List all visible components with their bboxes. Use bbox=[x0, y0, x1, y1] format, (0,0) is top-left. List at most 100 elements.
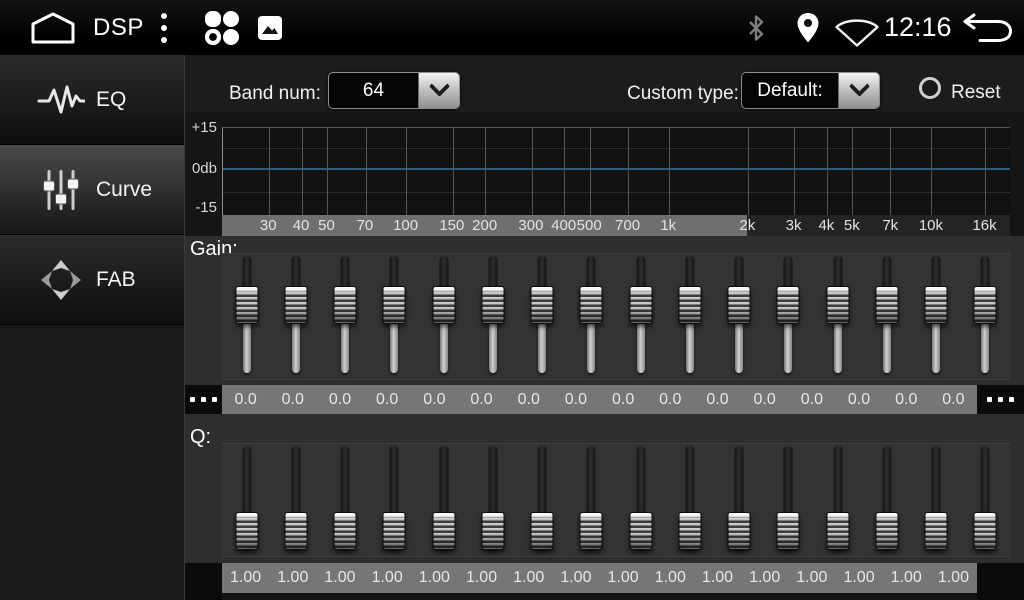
slider-thumb[interactable] bbox=[284, 286, 307, 324]
gain-slider[interactable] bbox=[518, 254, 567, 379]
freq-gridline bbox=[327, 128, 328, 215]
gain-slider[interactable] bbox=[419, 254, 468, 379]
q-value: 1.00 bbox=[364, 569, 411, 587]
apps-clover-icon[interactable] bbox=[203, 9, 241, 47]
slider-thumb[interactable] bbox=[925, 512, 948, 550]
q-slider[interactable] bbox=[271, 444, 320, 556]
gain-slider[interactable] bbox=[370, 254, 419, 379]
q-slider[interactable] bbox=[961, 444, 1010, 556]
back-arrow-icon[interactable] bbox=[962, 13, 1014, 43]
gain-more-right-button[interactable] bbox=[977, 385, 1024, 414]
q-slider[interactable] bbox=[567, 444, 616, 556]
q-slider[interactable] bbox=[370, 444, 419, 556]
sidebar-item-eq[interactable]: EQ bbox=[0, 55, 184, 145]
q-slider[interactable] bbox=[468, 444, 517, 556]
slider-thumb[interactable] bbox=[777, 286, 800, 324]
slider-thumb[interactable] bbox=[728, 286, 751, 324]
gain-slider[interactable] bbox=[813, 254, 862, 379]
slider-thumb[interactable] bbox=[875, 286, 898, 324]
q-slider[interactable] bbox=[419, 444, 468, 556]
q-slider[interactable] bbox=[616, 444, 665, 556]
slider-thumb[interactable] bbox=[334, 512, 357, 550]
gallery-icon[interactable] bbox=[257, 15, 283, 41]
chevron-down-icon[interactable] bbox=[838, 73, 879, 108]
gain-slider[interactable] bbox=[271, 254, 320, 379]
gain-more-left-button[interactable] bbox=[185, 385, 222, 414]
gain-slider[interactable] bbox=[862, 254, 911, 379]
slider-thumb[interactable] bbox=[925, 286, 948, 324]
q-slider[interactable] bbox=[518, 444, 567, 556]
slider-thumb[interactable] bbox=[678, 286, 701, 324]
slider-thumb[interactable] bbox=[580, 512, 603, 550]
kebab-menu-icon[interactable] bbox=[160, 13, 168, 43]
custom-type-select[interactable]: Default: bbox=[741, 72, 880, 109]
slider-thumb[interactable] bbox=[383, 286, 406, 324]
gain-values: 0.00.00.00.00.00.00.00.00.00.00.00.00.00… bbox=[222, 385, 977, 414]
slider-thumb[interactable] bbox=[531, 512, 554, 550]
slider-thumb[interactable] bbox=[481, 512, 504, 550]
gain-slider[interactable] bbox=[912, 254, 961, 379]
q-slider[interactable] bbox=[222, 444, 271, 556]
slider-thumb[interactable] bbox=[826, 286, 849, 324]
slider-thumb[interactable] bbox=[432, 512, 455, 550]
q-more-right-button[interactable] bbox=[977, 563, 1024, 600]
sidebar-item-fab[interactable]: FAB bbox=[0, 235, 184, 325]
slider-thumb[interactable] bbox=[629, 512, 652, 550]
freq-tick-label: 1k bbox=[660, 215, 676, 236]
q-more-left-button[interactable] bbox=[185, 563, 222, 600]
slider-thumb[interactable] bbox=[974, 512, 997, 550]
slider-thumb[interactable] bbox=[678, 512, 701, 550]
freq-tick-label: 30 bbox=[260, 215, 277, 236]
gain-slider[interactable] bbox=[616, 254, 665, 379]
slider-thumb[interactable] bbox=[580, 286, 603, 324]
q-slider[interactable] bbox=[321, 444, 370, 556]
freq-gridline bbox=[852, 128, 853, 215]
reset-label: Reset bbox=[951, 81, 1001, 105]
y-axis-label-max: +15 bbox=[185, 120, 217, 136]
gain-slider[interactable] bbox=[468, 254, 517, 379]
q-slider[interactable] bbox=[715, 444, 764, 556]
home-icon[interactable] bbox=[28, 11, 78, 45]
slider-thumb[interactable] bbox=[875, 512, 898, 550]
eq-plot[interactable] bbox=[222, 127, 1010, 215]
gain-slider[interactable] bbox=[567, 254, 616, 379]
reset-radio[interactable] bbox=[919, 77, 941, 99]
slider-thumb[interactable] bbox=[531, 286, 554, 324]
slider-thumb[interactable] bbox=[826, 512, 849, 550]
q-value: 1.00 bbox=[694, 569, 741, 587]
sidebar-item-label: EQ bbox=[96, 88, 126, 112]
slider-thumb[interactable] bbox=[432, 286, 455, 324]
gain-value: 0.0 bbox=[411, 391, 458, 409]
slider-thumb[interactable] bbox=[284, 512, 307, 550]
q-slider[interactable] bbox=[813, 444, 862, 556]
gain-slider[interactable] bbox=[715, 254, 764, 379]
slider-thumb[interactable] bbox=[334, 286, 357, 324]
freq-gridline bbox=[985, 128, 986, 215]
freq-gridline bbox=[748, 128, 749, 215]
fab-arrows-icon bbox=[34, 258, 88, 302]
q-slider[interactable] bbox=[912, 444, 961, 556]
q-value: 1.00 bbox=[600, 569, 647, 587]
chevron-down-icon[interactable] bbox=[418, 73, 459, 108]
slider-thumb[interactable] bbox=[235, 512, 258, 550]
slider-thumb[interactable] bbox=[777, 512, 800, 550]
slider-thumb[interactable] bbox=[974, 286, 997, 324]
slider-thumb[interactable] bbox=[383, 512, 406, 550]
gain-slider[interactable] bbox=[665, 254, 714, 379]
q-value: 1.00 bbox=[222, 569, 269, 587]
band-num-select[interactable]: 64 bbox=[328, 72, 460, 109]
gain-slider[interactable] bbox=[764, 254, 813, 379]
gain-slider[interactable] bbox=[321, 254, 370, 379]
sidebar-item-curve[interactable]: Curve bbox=[0, 145, 184, 235]
slider-thumb[interactable] bbox=[728, 512, 751, 550]
q-slider[interactable] bbox=[862, 444, 911, 556]
slider-thumb[interactable] bbox=[235, 286, 258, 324]
q-slider[interactable] bbox=[665, 444, 714, 556]
bluetooth-icon bbox=[746, 14, 766, 42]
gain-slider[interactable] bbox=[961, 254, 1010, 379]
slider-thumb[interactable] bbox=[481, 286, 504, 324]
slider-thumb[interactable] bbox=[629, 286, 652, 324]
custom-type-label: Custom type: bbox=[627, 82, 739, 106]
q-slider[interactable] bbox=[764, 444, 813, 556]
gain-slider[interactable] bbox=[222, 254, 271, 379]
